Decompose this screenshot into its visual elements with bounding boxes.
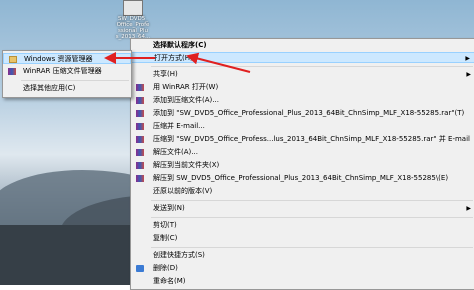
menu-item-label: 删除(D) — [153, 264, 178, 272]
menu-item-label: 选择默认程序(C) — [153, 41, 207, 49]
menu-item-label: 共享(H) — [153, 70, 178, 78]
winrar-icon — [8, 68, 16, 75]
menu-separator — [151, 247, 473, 248]
menu-item-extract[interactable]: 解压文件(A)... — [131, 147, 474, 158]
menu-item-label: 还原以前的版本(V) — [153, 187, 213, 195]
winrar-icon — [136, 175, 144, 182]
winrar-icon — [136, 149, 144, 156]
menu-item-compress-to-email[interactable]: 压缩到 "SW_DVD5_Office_Profess...lus_2013_6… — [131, 134, 474, 145]
submenu-arrow-icon: ▶ — [466, 71, 471, 78]
submenu-item-winrar[interactable]: WinRAR 压缩文件管理器 — [3, 66, 131, 77]
winrar-icon — [136, 123, 144, 130]
submenu-item-label: 选择其他应用(C) — [23, 84, 76, 92]
menu-separator — [21, 80, 129, 81]
menu-item-label: 解压到当前文件夹(X) — [153, 161, 220, 169]
submenu-item-label: Windows 资源管理器 — [24, 55, 93, 63]
menu-separator — [151, 217, 473, 218]
menu-item-label: 复制(C) — [153, 234, 178, 242]
winrar-icon — [136, 97, 144, 104]
menu-item-copy[interactable]: 复制(C) — [131, 233, 474, 244]
menu-separator — [151, 66, 473, 67]
menu-item-restore-versions[interactable]: 还原以前的版本(V) — [131, 186, 474, 197]
menu-item-extract-to-folder[interactable]: 解压到 SW_DVD5_Office_Professional_Plus_201… — [131, 173, 474, 184]
winrar-icon — [136, 84, 144, 91]
menu-item-label: 创建快捷方式(S) — [153, 251, 205, 259]
menu-item-add-to-rar[interactable]: 添加到 "SW_DVD5_Office_Professional_Plus_20… — [131, 108, 474, 119]
menu-item-cut[interactable]: 剪切(T) — [131, 220, 474, 231]
menu-item-delete[interactable]: 删除(D) — [131, 263, 474, 274]
submenu-item-explorer[interactable]: Windows 资源管理器 — [3, 53, 131, 64]
menu-separator — [151, 200, 473, 201]
menu-item-label: 用 WinRAR 打开(W) — [153, 83, 219, 91]
folder-icon — [9, 56, 17, 63]
winrar-icon — [136, 162, 144, 169]
menu-item-add-archive[interactable]: 添加到压缩文件(A)... — [131, 95, 474, 106]
context-menu: 选择默认程序(C) 打开方式(H) ▶ 共享(H) ▶ 用 WinRAR 打开(W)… — [130, 38, 474, 290]
menu-item-extract-here[interactable]: 解压到当前文件夹(X) — [131, 160, 474, 171]
menu-item-label: 添加到 "SW_DVD5_Office_Professional_Plus_20… — [153, 109, 465, 117]
file-icon — [123, 0, 143, 16]
open-with-submenu: Windows 资源管理器 WinRAR 压缩文件管理器 选择其他应用(C) — [2, 50, 132, 98]
menu-item-open-with[interactable]: 打开方式(H) ▶ — [131, 52, 474, 63]
menu-item-compress-email[interactable]: 压缩并 E-mail... — [131, 121, 474, 132]
menu-item-label: 压缩到 "SW_DVD5_Office_Profess...lus_2013_6… — [153, 135, 470, 143]
submenu-arrow-icon: ▶ — [465, 55, 470, 62]
submenu-item-choose-other[interactable]: 选择其他应用(C) — [3, 83, 131, 94]
menu-item-create-shortcut[interactable]: 创建快捷方式(S) — [131, 250, 474, 261]
menu-item-send-to[interactable]: 发送到(N) ▶ — [131, 203, 474, 214]
menu-item-label: 解压到 SW_DVD5_Office_Professional_Plus_201… — [153, 174, 449, 182]
menu-item-choose-default[interactable]: 选择默认程序(C) — [131, 40, 474, 51]
menu-item-label: 解压文件(A)... — [153, 148, 198, 156]
menu-item-label: 添加到压缩文件(A)... — [153, 96, 219, 104]
submenu-item-label: WinRAR 压缩文件管理器 — [23, 67, 102, 75]
menu-item-rename[interactable]: 重命名(M) — [131, 276, 474, 287]
menu-item-label: 重命名(M) — [153, 277, 186, 285]
menu-item-share[interactable]: 共享(H) ▶ — [131, 69, 474, 80]
submenu-arrow-icon: ▶ — [466, 205, 471, 212]
menu-item-label: 剪切(T) — [153, 221, 177, 229]
winrar-icon — [136, 110, 144, 117]
menu-item-label: 打开方式(H) — [154, 54, 193, 62]
shield-icon — [136, 265, 144, 272]
menu-item-label: 发送到(N) — [153, 204, 185, 212]
menu-item-label: 压缩并 E-mail... — [153, 122, 205, 130]
menu-item-winrar-open[interactable]: 用 WinRAR 打开(W) — [131, 82, 474, 93]
winrar-icon — [136, 136, 144, 143]
